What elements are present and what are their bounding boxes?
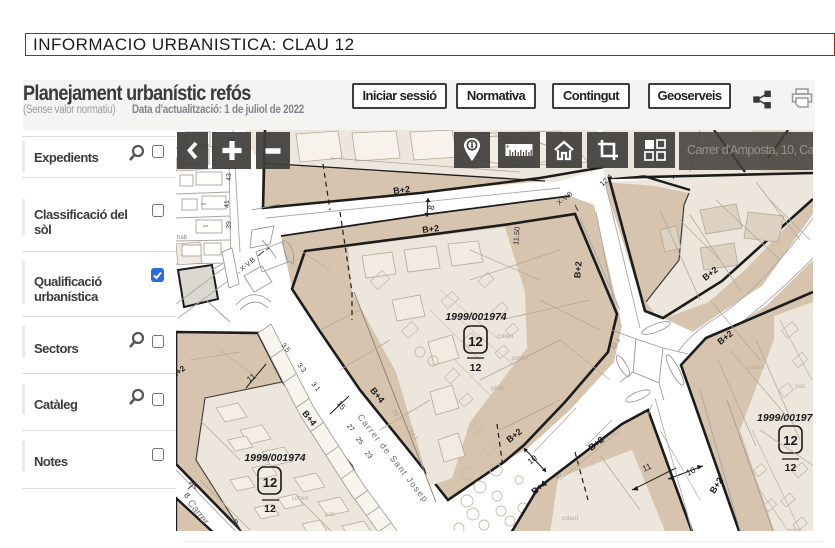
- svg-text:12: 12: [783, 433, 797, 448]
- svg-text:12: 12: [468, 334, 482, 349]
- svg-text:pace: pace: [788, 528, 802, 531]
- svg-text:hab: hab: [177, 235, 188, 241]
- svg-text:B+2: B+2: [393, 184, 411, 196]
- svg-text:cobert: cobert: [497, 334, 514, 340]
- svg-text:pbert: pbert: [491, 386, 505, 392]
- svg-text:B+2: B+2: [422, 223, 440, 235]
- svg-text:1999/001974: 1999/001974: [445, 311, 506, 323]
- svg-text:B+2: B+2: [572, 261, 583, 279]
- svg-text:pobert: pobert: [511, 356, 528, 362]
- svg-text:39: 39: [226, 221, 233, 229]
- svg-text:1999/001974: 1999/001974: [244, 452, 305, 464]
- svg-text:cobert: cobert: [748, 365, 765, 371]
- svg-text:12: 12: [264, 503, 276, 515]
- svg-text:43: 43: [226, 173, 233, 181]
- svg-text:11.50: 11.50: [511, 226, 522, 245]
- svg-text:41: 41: [224, 200, 231, 208]
- svg-text:cobert: cobert: [562, 516, 579, 522]
- svg-text:12: 12: [263, 475, 277, 490]
- svg-text:12: 12: [785, 462, 797, 474]
- svg-text:12: 12: [470, 362, 482, 374]
- svg-text:cobert: cobert: [292, 496, 309, 502]
- svg-text:pati: pati: [325, 512, 335, 518]
- svg-text:pati: pati: [795, 384, 805, 390]
